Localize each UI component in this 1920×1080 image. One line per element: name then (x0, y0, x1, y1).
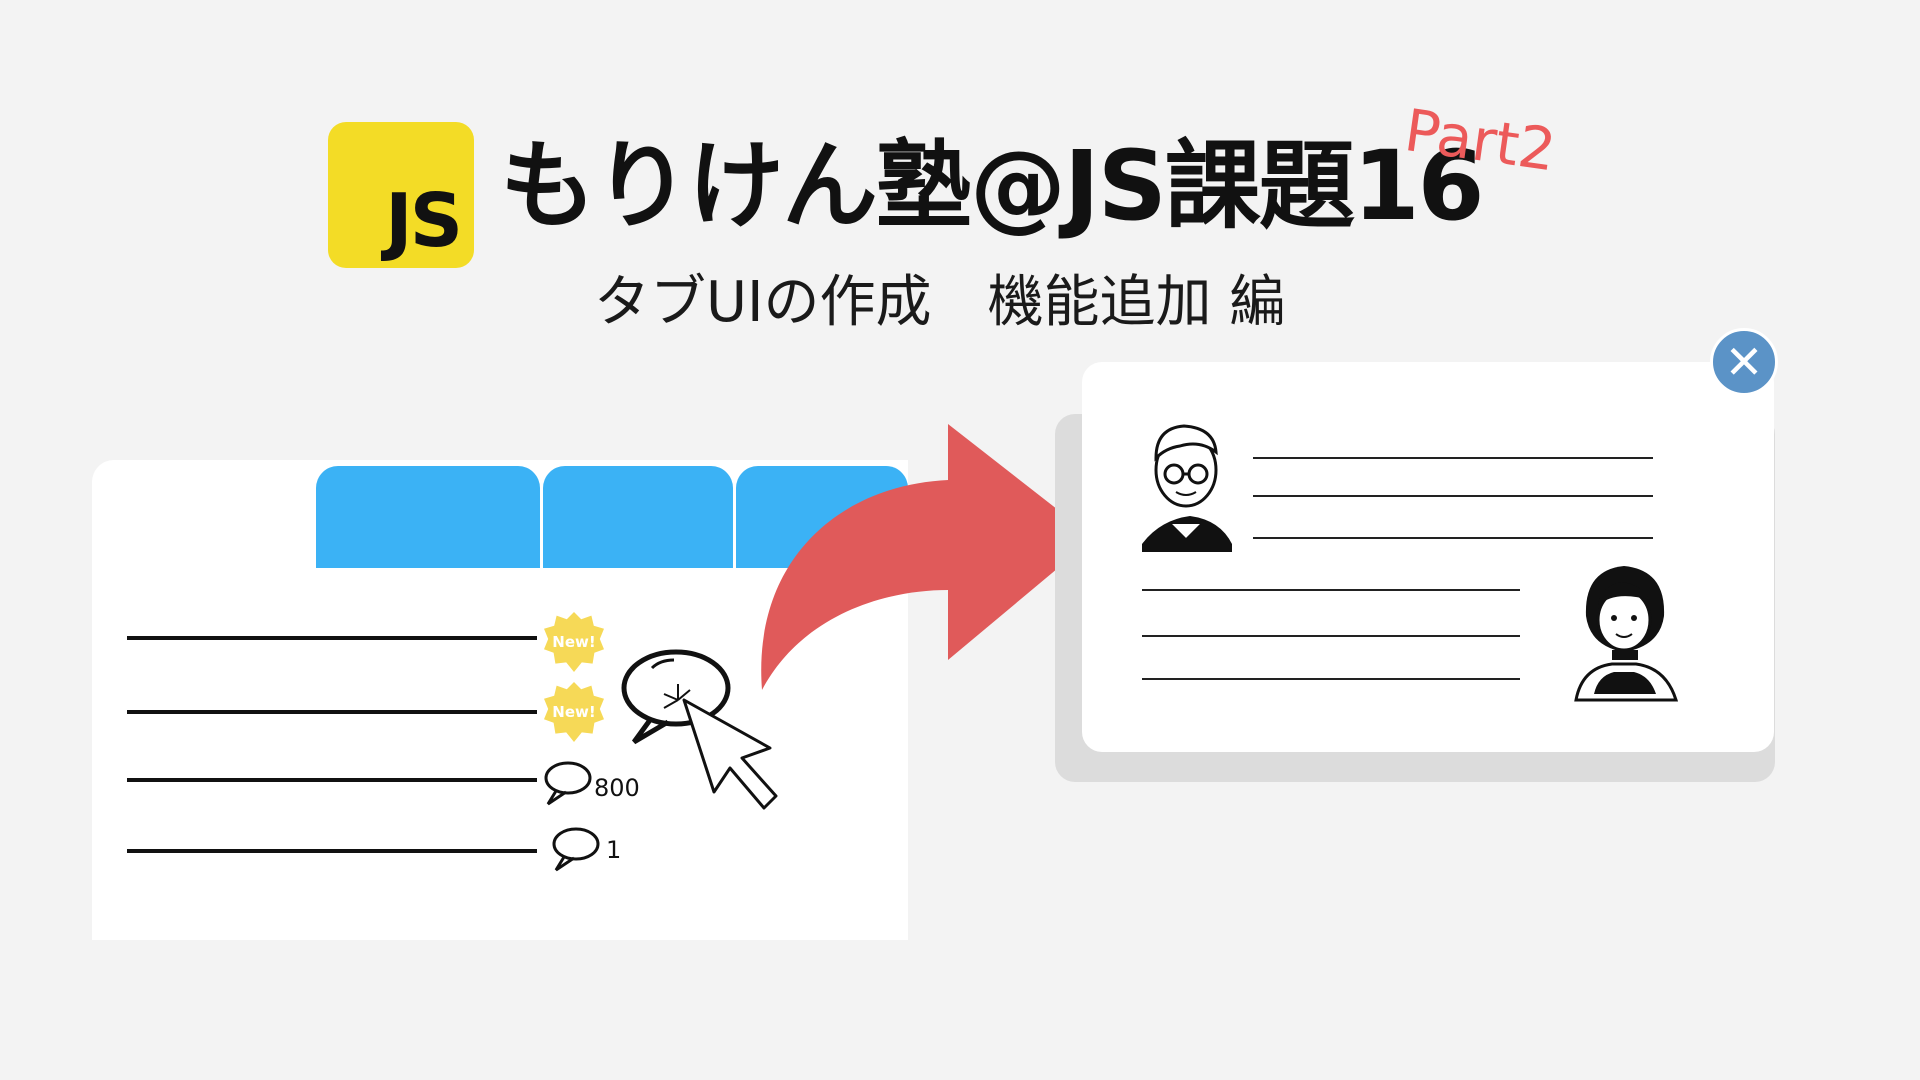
woman-avatar (1574, 566, 1679, 702)
avatar-layer (1142, 424, 1679, 702)
man-avatar (1142, 424, 1232, 552)
